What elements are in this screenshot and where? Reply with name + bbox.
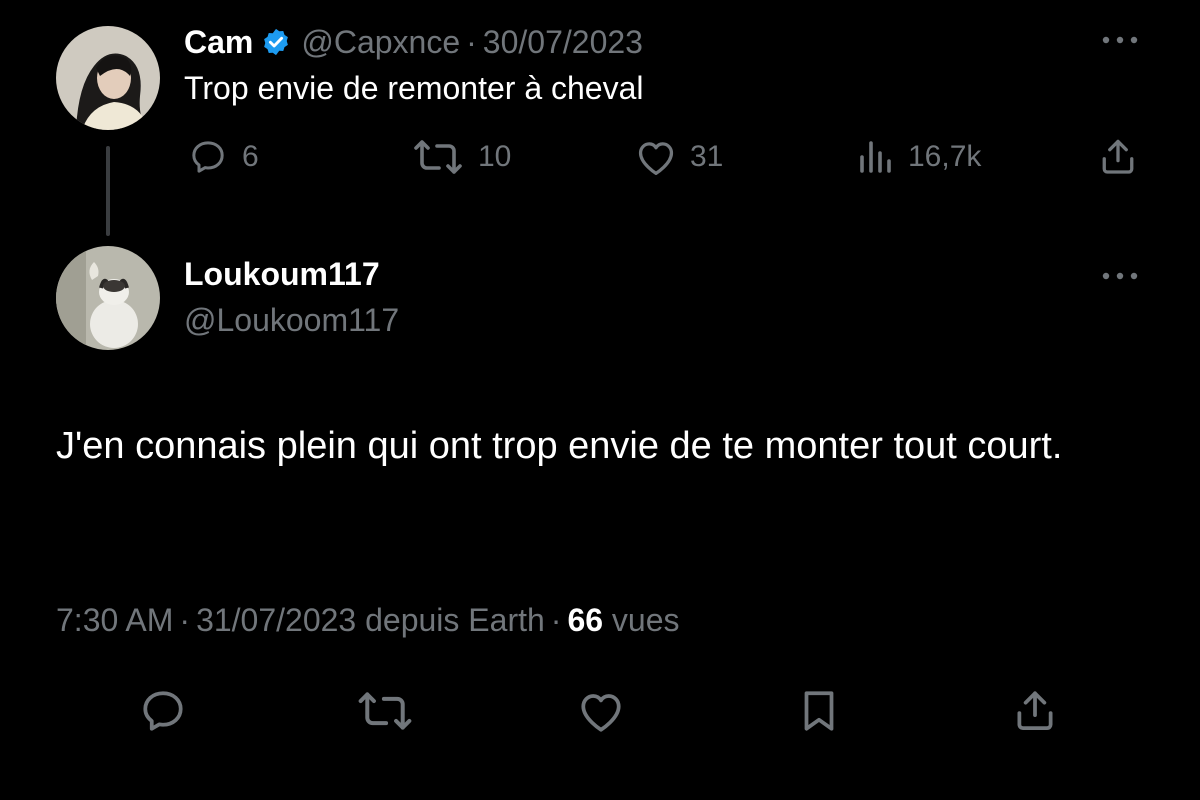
bar-chart-icon	[860, 141, 891, 173]
views-action[interactable]: 16,7k	[856, 136, 981, 178]
retweet-count: 10	[478, 140, 512, 173]
cam-avatar-image	[56, 26, 160, 130]
bookmark-icon	[804, 691, 834, 731]
like-action[interactable]: 31	[634, 136, 723, 178]
tweet-view-label: vues	[611, 602, 680, 638]
ellipsis-icon	[1102, 272, 1138, 280]
bookmark-button[interactable]	[794, 686, 844, 736]
loukoum-avatar[interactable]	[56, 246, 160, 350]
header-separator: ·	[466, 23, 477, 60]
tweet-view-count[interactable]: 66	[567, 602, 603, 638]
speech-bubble-icon	[192, 141, 224, 173]
cam-avatar[interactable]	[56, 26, 160, 130]
share-button[interactable]	[1010, 686, 1060, 736]
reply-button[interactable]	[138, 686, 188, 736]
original-more-button[interactable]	[1098, 30, 1142, 50]
share-upload-icon	[1102, 139, 1134, 174]
like-button[interactable]	[576, 686, 626, 736]
retweet-arrows-icon	[358, 692, 412, 730]
share-upload-icon	[1017, 691, 1053, 730]
reply-count: 6	[242, 140, 259, 173]
original-tweet-text: Trop envie de remonter à cheval	[184, 70, 644, 106]
retweet-button[interactable]	[354, 686, 416, 736]
thread-connector-line	[106, 146, 110, 236]
like-count: 31	[690, 140, 724, 173]
share-action[interactable]	[1096, 136, 1152, 178]
heart-outline-icon	[581, 694, 621, 732]
loukoum-handle[interactable]: @Loukoom117	[184, 302, 399, 339]
reply-action[interactable]: 6	[186, 136, 259, 178]
original-tweet-header: Cam @Capxnce · 30/07/2023	[184, 20, 643, 64]
tweet-meta: 7:30 AM · 31/07/2023 depuis Earth · 66 vues	[56, 602, 680, 639]
meta-separator-2: ·	[550, 602, 562, 638]
cam-author-name[interactable]: Cam	[184, 24, 253, 61]
meta-separator: ·	[179, 602, 191, 638]
tweet-date[interactable]: 31/07/2023	[196, 602, 356, 638]
retweet-arrows-icon	[414, 140, 462, 174]
reply-more-button[interactable]	[1098, 266, 1142, 286]
cam-tweet-date[interactable]: 30/07/2023	[483, 24, 643, 61]
speech-bubble-icon	[143, 691, 183, 731]
reply-tweet-text: J'en connais plein qui ont trop envie de…	[56, 425, 1063, 467]
loukoum-avatar-image	[56, 246, 160, 350]
tweet-time[interactable]: 7:30 AM	[56, 602, 173, 638]
verified-badge-icon	[261, 27, 291, 57]
tweet-source: depuis Earth	[365, 602, 545, 638]
view-count: 16,7k	[908, 140, 982, 173]
cam-handle[interactable]: @Capxnce	[301, 24, 460, 61]
loukoum-author-name[interactable]: Loukoum117	[184, 256, 380, 293]
ellipsis-icon	[1102, 36, 1138, 44]
heart-outline-icon	[638, 142, 674, 175]
retweet-action[interactable]: 10	[410, 136, 511, 178]
